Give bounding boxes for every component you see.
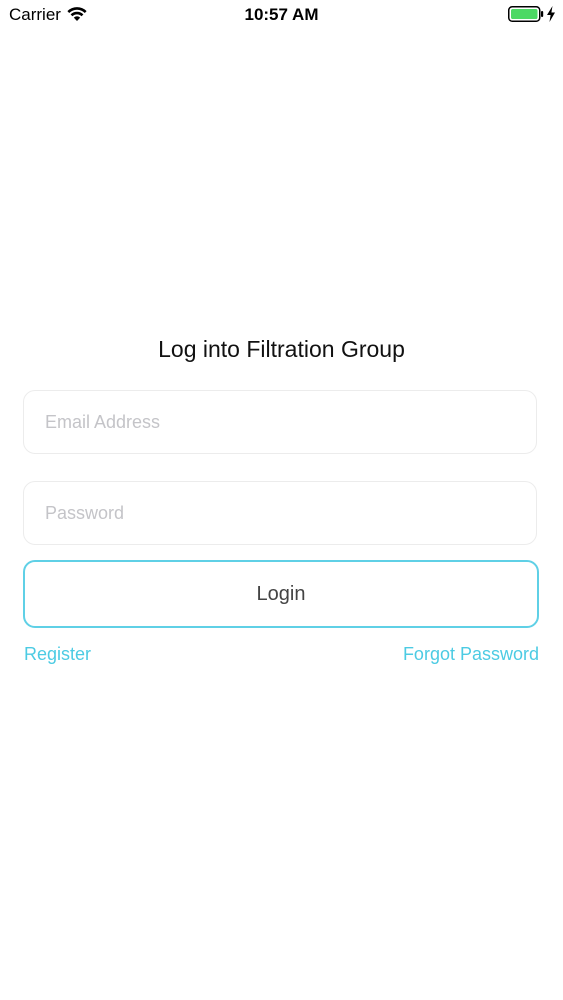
status-bar: Carrier 10:57 AM: [0, 0, 563, 30]
clock: 10:57 AM: [244, 5, 319, 24]
register-link[interactable]: Register: [24, 644, 91, 665]
battery-icon: [508, 6, 544, 22]
password-field[interactable]: [23, 481, 537, 545]
forgot-password-link[interactable]: Forgot Password: [403, 644, 539, 665]
login-button[interactable]: Login: [23, 560, 539, 628]
page-title: Log into Filtration Group: [158, 336, 405, 362]
charge-icon: [547, 6, 555, 22]
email-field[interactable]: [23, 390, 537, 454]
login-screen: Carrier 10:57 AM Log into Filtration Gro…: [0, 0, 563, 1000]
